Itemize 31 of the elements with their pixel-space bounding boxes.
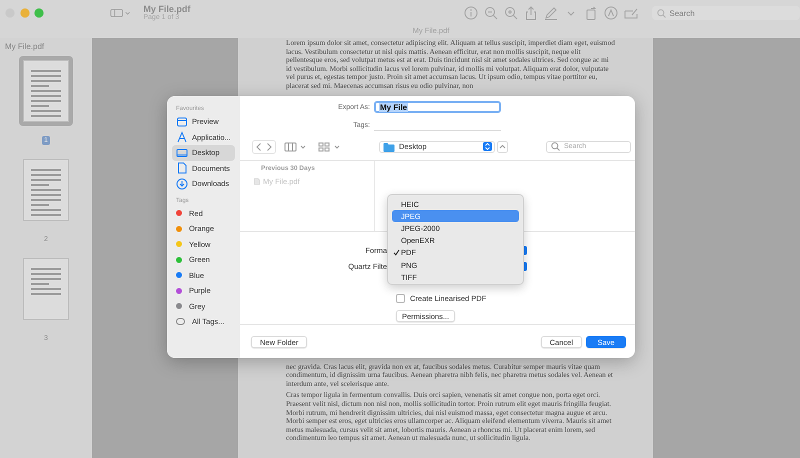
rotate-icon[interactable]	[584, 6, 598, 20]
document-icon	[176, 162, 188, 174]
page-thumbnail[interactable]	[19, 56, 73, 126]
search-icon	[551, 142, 560, 151]
window-icon	[176, 116, 188, 128]
zoom-out-icon[interactable]	[484, 6, 498, 20]
zoom-button[interactable]	[34, 8, 44, 18]
share-icon[interactable]	[524, 6, 538, 20]
pencil-icon[interactable]	[544, 6, 558, 20]
file-icon	[254, 178, 260, 185]
tag-icon	[176, 318, 185, 326]
search-icon	[657, 8, 666, 18]
zoom-in-icon[interactable]	[504, 6, 518, 20]
window-title: My File.pdf	[143, 4, 190, 14]
checkmark-icon	[393, 249, 400, 256]
expand-button[interactable]	[497, 140, 508, 152]
back-forward-control[interactable]	[252, 140, 276, 154]
markup-icon[interactable]	[604, 6, 618, 20]
download-icon	[176, 178, 188, 190]
info-icon[interactable]	[464, 6, 478, 20]
stepper-icon	[483, 142, 492, 151]
sidebar-toggle-icon[interactable]	[110, 7, 130, 19]
apps-icon	[176, 131, 188, 144]
filename-field[interactable]: My File	[374, 101, 501, 113]
form-icon[interactable]	[624, 6, 638, 20]
sidebar-title: My File.pdf	[4, 41, 44, 53]
forward-icon[interactable]	[265, 142, 273, 152]
minimize-button[interactable]	[20, 8, 30, 18]
back-icon[interactable]	[255, 142, 263, 152]
monitor-icon	[176, 146, 188, 159]
folder-icon	[383, 142, 395, 152]
